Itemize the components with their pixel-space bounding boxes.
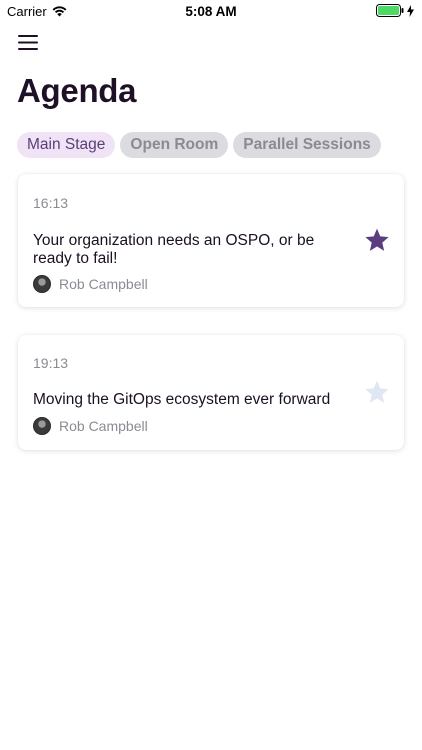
- page-title: Agenda: [17, 72, 137, 109]
- session-time: 16:13: [33, 195, 69, 211]
- tab-label: Open Room: [130, 136, 219, 153]
- speaker-avatar: [33, 275, 51, 293]
- battery-icon: [376, 4, 404, 17]
- status-right: [376, 4, 414, 17]
- hamburger-menu-icon: [18, 35, 38, 50]
- speaker: Rob Campbell: [33, 275, 148, 293]
- stage-tabs: Main Stage Open Room Parallel Sessions: [17, 132, 381, 158]
- tab-label: Main Stage: [27, 136, 106, 153]
- charging-bolt-icon: [407, 4, 414, 17]
- session-card[interactable]: 16:13 Your organization needs an OSPO, o…: [18, 174, 404, 307]
- speaker-name: Rob Campbell: [59, 418, 148, 434]
- session-title: Moving the GitOps ecosystem ever forward: [33, 391, 331, 408]
- tab-parallel-sessions[interactable]: Parallel Sessions: [233, 132, 381, 158]
- menu-button[interactable]: [17, 33, 41, 53]
- tab-main-stage[interactable]: Main Stage: [17, 132, 116, 158]
- clock-time: 5:08 AM: [185, 4, 237, 19]
- favorite-star-icon[interactable]: [364, 227, 390, 253]
- session-card[interactable]: 19:13 Moving the GitOps ecosystem ever f…: [18, 335, 404, 450]
- session-time: 19:13: [33, 355, 69, 371]
- session-title: Your organization needs an OSPO, or be r…: [33, 232, 315, 267]
- status-bar: Carrier 5:08 AM: [0, 0, 422, 22]
- favorite-star-icon[interactable]: [364, 379, 390, 405]
- speaker: Rob Campbell: [33, 417, 148, 435]
- speaker-avatar: [33, 417, 51, 435]
- tab-open-room[interactable]: Open Room: [120, 132, 229, 158]
- speaker-name: Rob Campbell: [59, 276, 148, 292]
- tab-label: Parallel Sessions: [243, 136, 371, 153]
